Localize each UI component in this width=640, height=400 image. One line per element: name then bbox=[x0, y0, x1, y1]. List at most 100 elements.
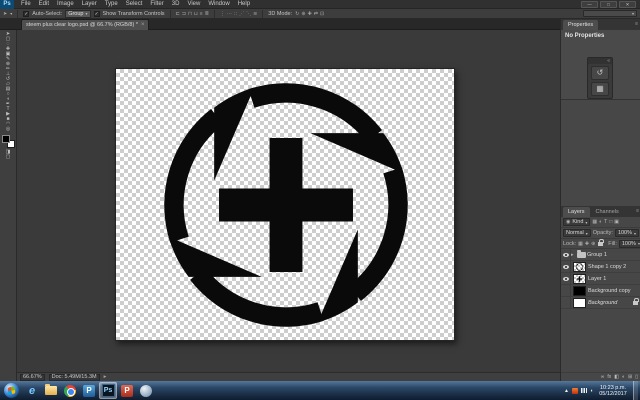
align-bottom-icon[interactable]: ⊔ bbox=[194, 10, 198, 18]
taskbar-generic-app[interactable] bbox=[137, 382, 155, 399]
taskbar-file-explorer[interactable] bbox=[42, 382, 60, 399]
canvas-pasteboard[interactable] bbox=[17, 30, 560, 372]
3d-scale-icon[interactable]: ⊡ bbox=[320, 10, 324, 18]
lock-transparency-icon[interactable]: ▦ bbox=[578, 241, 583, 247]
close-button[interactable]: ✕ bbox=[619, 1, 636, 8]
distribute-top-icon[interactable]: ⋮ bbox=[220, 10, 225, 18]
taskbar-clock[interactable]: 10:23 p.m. 05/12/2017 bbox=[596, 385, 630, 397]
menu-view[interactable]: View bbox=[183, 0, 204, 9]
restore-button[interactable]: □ bbox=[600, 1, 617, 8]
menu-edit[interactable]: Edit bbox=[35, 0, 53, 9]
visibility-cell[interactable] bbox=[561, 248, 571, 261]
menu-help[interactable]: Help bbox=[234, 0, 254, 9]
align-middle-icon[interactable]: ≣ bbox=[205, 10, 209, 18]
show-desktop-button[interactable] bbox=[633, 381, 638, 400]
align-right-icon[interactable]: ⊐ bbox=[182, 10, 186, 18]
filter-shape-icon[interactable]: □ bbox=[609, 219, 612, 225]
menu-type[interactable]: Type bbox=[101, 0, 122, 9]
adjustment-layer-icon[interactable]: ◐ bbox=[622, 374, 625, 380]
menu-file[interactable]: File bbox=[17, 0, 35, 9]
panel-menu-icon[interactable]: ≡ bbox=[635, 21, 638, 27]
tab-layers[interactable]: Layers bbox=[563, 207, 590, 217]
blend-mode-dropdown[interactable]: Normal ▾ bbox=[563, 229, 591, 237]
menu-window[interactable]: Window bbox=[204, 0, 233, 9]
taskbar-chrome[interactable] bbox=[61, 382, 79, 399]
layer-mask-icon[interactable]: ◧ bbox=[614, 374, 619, 380]
visibility-cell[interactable] bbox=[561, 260, 571, 273]
opacity-dropdown[interactable]: 100% ▾ bbox=[614, 229, 640, 237]
menu-3d[interactable]: 3D bbox=[168, 0, 184, 9]
screen-mode-button[interactable]: ▢ bbox=[2, 155, 15, 160]
link-layers-icon[interactable]: ∞ bbox=[601, 374, 605, 380]
layer-row-shape1copy2[interactable]: Shape 1 copy 2 bbox=[561, 260, 640, 273]
document-tab[interactable]: steem plus clear logo.psd @ 66.7% (RGB/8… bbox=[21, 19, 150, 30]
taskbar-photoshop-active[interactable]: Ps bbox=[99, 382, 117, 399]
minimize-button[interactable]: — bbox=[581, 1, 598, 8]
layer-thumbnail[interactable] bbox=[573, 261, 586, 272]
fill-dropdown[interactable]: 100% ▾ bbox=[618, 239, 640, 248]
filter-kind-dropdown[interactable]: ◉ Kind ▾ bbox=[563, 218, 591, 226]
layer-thumbnail[interactable] bbox=[573, 285, 586, 296]
antivirus-icon[interactable] bbox=[571, 387, 578, 394]
menu-filter[interactable]: Filter bbox=[146, 0, 167, 9]
menu-image[interactable]: Image bbox=[53, 0, 78, 9]
layer-style-icon[interactable]: fx bbox=[607, 374, 611, 380]
panel-menu-icon[interactable]: ≡ bbox=[636, 208, 639, 214]
lock-position-icon[interactable]: ✚ bbox=[585, 241, 589, 247]
align-center-icon[interactable]: ≡ bbox=[200, 10, 203, 18]
status-flyout-icon[interactable]: ▸ bbox=[104, 374, 107, 380]
distribute-right-icon[interactable]: ≋ bbox=[253, 10, 257, 18]
move-tool-icon[interactable]: ➤ bbox=[3, 10, 7, 18]
layer-thumbnail[interactable] bbox=[573, 297, 586, 308]
visibility-cell[interactable] bbox=[561, 296, 571, 309]
layer-row-group1[interactable]: ▸ Group 1 bbox=[561, 248, 640, 261]
lock-pixels-icon[interactable]: ⊕ bbox=[591, 241, 595, 247]
distribute-bottom-icon[interactable]: ∷ bbox=[234, 10, 237, 18]
3d-rotate-icon[interactable]: ↻ bbox=[295, 10, 299, 18]
group-expander-icon[interactable]: ▸ bbox=[571, 252, 576, 258]
delete-layer-icon[interactable]: ▯ bbox=[635, 374, 638, 380]
visibility-cell[interactable] bbox=[561, 272, 571, 285]
zoom-tool[interactable]: ◎ bbox=[2, 127, 15, 132]
show-transform-checkbox[interactable]: ✓ bbox=[93, 10, 100, 17]
collapse-panels-icon[interactable]: « bbox=[588, 58, 612, 64]
3d-roll-icon[interactable]: ⊕ bbox=[301, 10, 305, 18]
filter-smartobject-icon[interactable]: ▣ bbox=[614, 219, 619, 225]
filter-pixel-icon[interactable]: ▦ bbox=[592, 219, 597, 225]
layer-thumbnail[interactable] bbox=[573, 273, 586, 284]
distribute-left-icon[interactable]: ⋰ bbox=[239, 10, 244, 18]
zoom-level-field[interactable]: 66.67% bbox=[20, 373, 45, 381]
new-layer-icon[interactable]: ⊞ bbox=[628, 374, 632, 380]
network-icon[interactable] bbox=[580, 388, 587, 393]
tab-close-icon[interactable]: × bbox=[141, 22, 145, 28]
layer-row-background[interactable]: Background bbox=[561, 296, 640, 309]
visibility-cell[interactable] bbox=[561, 284, 571, 297]
history-icon[interactable]: ↺ bbox=[591, 66, 609, 80]
snapshot-icon[interactable]: ▦ bbox=[591, 82, 609, 96]
layer-row-background-copy[interactable]: Background copy bbox=[561, 284, 640, 297]
3d-slide-icon[interactable]: ⇄ bbox=[314, 10, 318, 18]
auto-select-checkbox[interactable]: ✓ bbox=[23, 10, 30, 17]
auto-select-dropdown[interactable]: Group ▾ bbox=[65, 9, 91, 18]
tray-expand-icon[interactable]: ▲ bbox=[564, 388, 569, 394]
lock-all-icon[interactable] bbox=[598, 238, 605, 246]
filter-adjustment-icon[interactable]: ◐ bbox=[599, 219, 602, 225]
distribute-middle-icon[interactable]: ⋯ bbox=[227, 10, 232, 18]
workspace-dropdown[interactable]: ▾ bbox=[583, 10, 637, 17]
tab-properties[interactable]: Properties bbox=[563, 20, 599, 30]
menu-layer[interactable]: Layer bbox=[78, 0, 101, 9]
foreground-color-swatch[interactable] bbox=[1, 135, 10, 143]
document-canvas[interactable] bbox=[115, 68, 455, 341]
volume-icon[interactable]: ◖ bbox=[590, 388, 593, 394]
tab-channels[interactable]: Channels bbox=[591, 207, 624, 217]
menu-select[interactable]: Select bbox=[122, 0, 147, 9]
tool-preset-caret-icon[interactable]: ▾ bbox=[10, 11, 12, 16]
filter-type-icon[interactable]: T bbox=[604, 219, 607, 225]
align-left-icon[interactable]: ⊏ bbox=[176, 10, 180, 18]
layer-row-layer1[interactable]: Layer 1 bbox=[561, 272, 640, 285]
taskbar-internet-explorer[interactable]: e bbox=[23, 382, 41, 399]
taskbar-office-blue-app[interactable]: P bbox=[80, 382, 98, 399]
3d-drag-icon[interactable]: ✚ bbox=[308, 10, 312, 18]
start-button[interactable] bbox=[4, 383, 19, 398]
distribute-center-icon[interactable]: ⋱ bbox=[246, 10, 251, 18]
